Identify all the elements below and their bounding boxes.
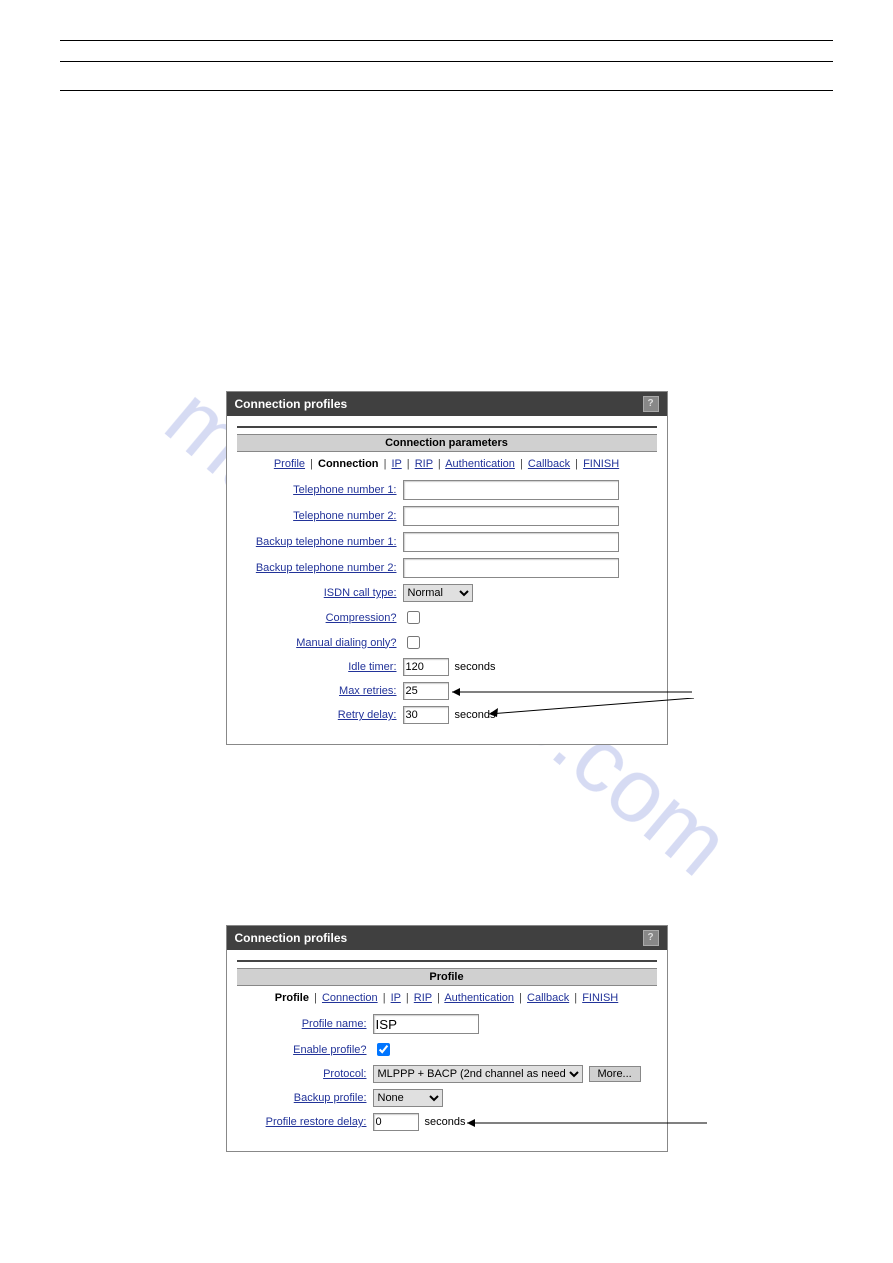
protocol-label: Protocol: — [237, 1068, 373, 1080]
tab-callback[interactable]: Callback — [527, 992, 569, 1004]
tab-sep: | — [404, 992, 411, 1004]
compression-checkbox[interactable] — [407, 611, 420, 624]
protocol-select[interactable]: MLPPP + BACP (2nd channel as needed) — [373, 1065, 583, 1083]
help-icon[interactable]: ? — [643, 930, 659, 946]
tab-authentication[interactable]: Authentication — [444, 992, 514, 1004]
panel-titlebar: Connection profiles ? — [227, 392, 667, 416]
profile-restore-delay-input[interactable] — [373, 1113, 419, 1131]
isdn-call-type-select[interactable]: Normal — [403, 584, 473, 602]
profile-panel: Connection profiles ? Profile Profile | … — [226, 925, 668, 1152]
callout-arrow-icon — [489, 698, 709, 728]
tab-ip[interactable]: IP — [392, 458, 402, 470]
profile-restore-delay-suffix: seconds — [419, 1116, 466, 1128]
isdn-call-type-label: ISDN call type: — [237, 587, 403, 599]
telephone-1-label: Telephone number 1: — [237, 484, 403, 496]
tab-sep: | — [405, 458, 412, 470]
callout-arrow-icon — [467, 1119, 717, 1139]
panel-subtitle: Connection parameters — [237, 434, 657, 452]
backup-telephone-2-input[interactable] — [403, 558, 619, 578]
profile-name-label: Profile name: — [237, 1018, 373, 1030]
tab-profile[interactable]: Profile — [274, 458, 305, 470]
tab-sep: | — [436, 458, 443, 470]
tab-profile[interactable]: Profile — [275, 992, 309, 1004]
tab-sep: | — [381, 992, 388, 1004]
panel-titlebar: Connection profiles ? — [227, 926, 667, 950]
idle-timer-suffix: seconds — [449, 661, 496, 673]
tab-sep: | — [435, 992, 442, 1004]
tab-sep: | — [312, 992, 319, 1004]
tab-sep: | — [308, 458, 315, 470]
backup-profile-label: Backup profile: — [237, 1092, 373, 1104]
tab-sep: | — [573, 458, 580, 470]
telephone-2-input[interactable] — [403, 506, 619, 526]
connection-parameters-panel: Connection profiles ? Connection paramet… — [226, 391, 668, 745]
telephone-2-label: Telephone number 2: — [237, 510, 403, 522]
tab-sep: | — [517, 992, 524, 1004]
idle-timer-label: Idle timer: — [237, 661, 403, 673]
backup-telephone-1-label: Backup telephone number 1: — [237, 536, 403, 548]
tab-authentication[interactable]: Authentication — [445, 458, 515, 470]
backup-telephone-2-label: Backup telephone number 2: — [237, 562, 403, 574]
telephone-1-input[interactable] — [403, 480, 619, 500]
idle-timer-input[interactable] — [403, 658, 449, 676]
tab-sep: | — [382, 458, 389, 470]
backup-profile-select[interactable]: None — [373, 1089, 443, 1107]
manual-dialing-checkbox[interactable] — [407, 636, 420, 649]
tab-sep: | — [518, 458, 525, 470]
tab-nav: Profile | Connection | IP | RIP | Authen… — [237, 458, 657, 470]
panel-title: Connection profiles — [235, 931, 348, 945]
tab-finish[interactable]: FINISH — [582, 992, 618, 1004]
tab-nav: Profile | Connection | IP | RIP | Authen… — [237, 992, 657, 1004]
profile-name-input[interactable] — [373, 1014, 479, 1034]
compression-label: Compression? — [237, 612, 403, 624]
enable-profile-checkbox[interactable] — [377, 1043, 390, 1056]
chapter-header — [60, 40, 833, 57]
enable-profile-label: Enable profile? — [237, 1044, 373, 1056]
tab-rip[interactable]: RIP — [414, 992, 432, 1004]
panel-title: Connection profiles — [235, 397, 348, 411]
tab-rip[interactable]: RIP — [415, 458, 433, 470]
panel-subtitle: Profile — [237, 968, 657, 986]
retry-delay-input[interactable] — [403, 706, 449, 724]
tab-finish[interactable]: FINISH — [583, 458, 619, 470]
tab-connection[interactable]: Connection — [318, 458, 379, 470]
backup-telephone-1-input[interactable] — [403, 532, 619, 552]
retry-delay-label: Retry delay: — [237, 709, 403, 721]
tab-ip[interactable]: IP — [391, 992, 401, 1004]
tab-sep: | — [572, 992, 579, 1004]
tab-callback[interactable]: Callback — [528, 458, 570, 470]
more-button[interactable]: More... — [589, 1066, 641, 1082]
max-retries-label: Max retries: — [237, 685, 403, 697]
help-icon[interactable]: ? — [643, 396, 659, 412]
profile-restore-delay-label: Profile restore delay: — [237, 1116, 373, 1128]
tab-connection[interactable]: Connection — [322, 992, 378, 1004]
manual-dialing-label: Manual dialing only? — [237, 637, 403, 649]
max-retries-input[interactable] — [403, 682, 449, 700]
